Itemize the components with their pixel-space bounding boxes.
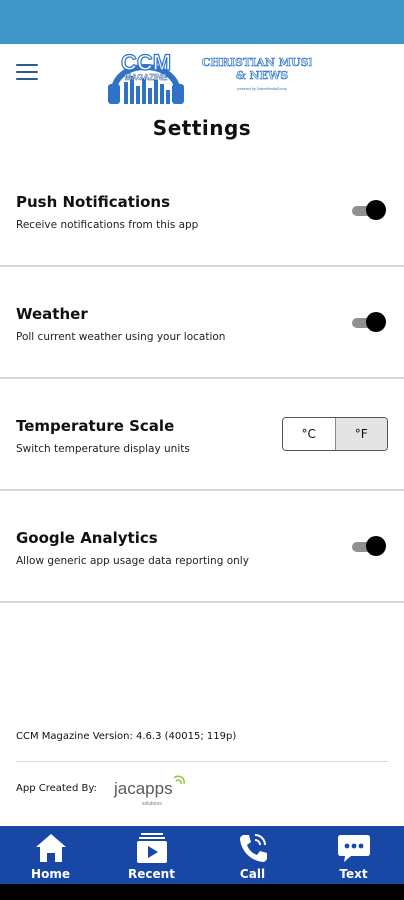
- ccm-magazine-logo: CCM MAGAZINE CHRISTIAN MUSIC & NEWS powe…: [108, 49, 312, 104]
- app-version-text: CCM Magazine Version: 4.6.3 (40015; 119p…: [16, 731, 237, 742]
- tab-label: Call: [239, 867, 266, 881]
- divider: [0, 489, 404, 491]
- status-bar: [0, 0, 404, 44]
- setting-title: Google Analytics: [16, 529, 158, 547]
- divider: [16, 761, 388, 762]
- tab-label: Home: [31, 867, 70, 881]
- created-by-label: App Created By:: [16, 783, 97, 794]
- menu-icon[interactable]: [16, 64, 38, 82]
- setting-description: Poll current weather using your location: [16, 331, 226, 343]
- bottom-tab-bar: Home Recent Call Text: [0, 826, 404, 884]
- logo-sub-text: MAGAZINE: [125, 73, 168, 82]
- app-header: CCM MAGAZINE CHRISTIAN MUSIC & NEWS powe…: [0, 44, 404, 110]
- home-icon: [35, 834, 66, 862]
- divider: [0, 377, 404, 379]
- recent-play-icon: [136, 833, 167, 863]
- push-notifications-toggle[interactable]: [352, 200, 386, 222]
- jacapps-logo[interactable]: jacapps solutions: [112, 772, 188, 808]
- setting-title: Push Notifications: [16, 193, 171, 211]
- temperature-scale-selector: °C °F: [282, 417, 388, 451]
- tab-home[interactable]: Home: [0, 826, 101, 884]
- page-title: Settings: [152, 116, 252, 140]
- celsius-option[interactable]: °C: [283, 418, 336, 450]
- tab-text[interactable]: Text: [303, 826, 404, 884]
- phone-icon: [239, 834, 267, 862]
- tab-call[interactable]: Call: [202, 826, 303, 884]
- setting-title: Temperature Scale: [16, 417, 175, 435]
- setting-google-analytics: Google Analytics Allow generic app usage…: [0, 529, 404, 641]
- logo-right-text-1: CHRISTIAN MUSIC: [202, 56, 312, 69]
- jacapps-brand-text: jacapps: [113, 779, 173, 798]
- google-analytics-toggle[interactable]: [352, 536, 386, 558]
- system-navigation-bar: [0, 884, 404, 900]
- weather-toggle[interactable]: [352, 312, 386, 334]
- jacapps-sub-text: solutions: [142, 801, 162, 807]
- setting-description: Receive notifications from this app: [16, 219, 199, 231]
- setting-temperature-scale: Temperature Scale Switch temperature dis…: [0, 417, 404, 529]
- tab-label: Text: [339, 867, 368, 881]
- setting-description: Switch temperature display units: [16, 443, 190, 455]
- setting-push-notifications: Push Notifications Receive notifications…: [0, 193, 404, 305]
- logo-right-text-2: & NEWS: [236, 69, 289, 82]
- divider: [0, 601, 404, 603]
- setting-description: Allow generic app usage data reporting o…: [16, 555, 249, 567]
- divider: [0, 265, 404, 267]
- tab-label: Recent: [128, 867, 175, 881]
- setting-title: Weather: [16, 305, 88, 323]
- tab-recent[interactable]: Recent: [101, 826, 202, 884]
- logo-right-text-3: powered by SalemMediaGroup: [237, 87, 287, 91]
- chat-bubble-icon: [337, 835, 370, 862]
- setting-weather: Weather Poll current weather using your …: [0, 305, 404, 417]
- logo-main-text: CCM: [121, 50, 171, 75]
- fahrenheit-option[interactable]: °F: [335, 418, 387, 450]
